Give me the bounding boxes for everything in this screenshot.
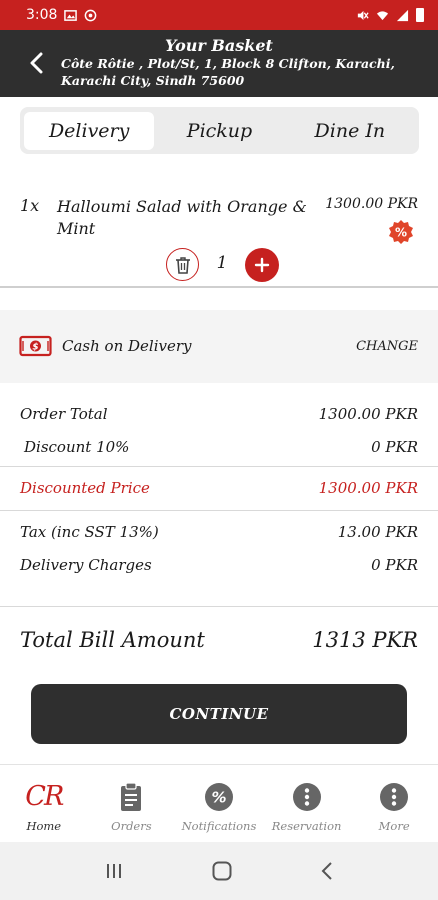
tax-label: Tax (inc SST 13%): [20, 523, 159, 541]
signal-icon: [396, 9, 409, 21]
status-time: 3:08: [26, 7, 58, 23]
tab-delivery[interactable]: Delivery: [24, 111, 155, 150]
increase-quantity-button[interactable]: [245, 248, 279, 282]
nav-label-more: More: [378, 819, 410, 833]
plus-icon: [254, 257, 270, 273]
discount-row: Discount 10% 0 PKR: [24, 438, 418, 456]
nav-item-more[interactable]: More: [350, 765, 438, 842]
home-icon[interactable]: [211, 860, 233, 882]
battery-icon: [416, 8, 424, 22]
tab-pickup[interactable]: Pickup: [154, 112, 284, 150]
quantity-value: 1: [216, 253, 228, 273]
payment-method-label: Cash on Delivery: [62, 337, 192, 355]
order-total-row: Order Total 1300.00 PKR: [20, 405, 418, 423]
bottom-nav: CR Home Orders % Notifications Reservati…: [0, 764, 438, 842]
chevron-left-icon: [30, 52, 43, 74]
total-bill-row: Total Bill Amount 1313 PKR: [20, 628, 418, 652]
item-quantity-label: 1x: [20, 196, 40, 215]
nav-label-notifications: Notifications: [181, 819, 257, 833]
total-bill-value: 1313 PKR: [312, 628, 418, 652]
tax-value: 13.00 PKR: [337, 523, 418, 541]
tab-dine-in[interactable]: Dine In: [285, 112, 415, 150]
gallery-icon: [64, 9, 78, 21]
mute-icon: [357, 10, 369, 20]
delivery-address: Côte Rôtie , Plot/St, 1, Block 8 Clifton…: [61, 56, 395, 88]
cr-logo-icon: CR: [25, 781, 64, 813]
more-icon: [380, 783, 409, 811]
change-payment-button[interactable]: CHANGE: [356, 339, 418, 354]
info-icon: [292, 783, 321, 811]
svg-text:$: $: [32, 343, 38, 353]
total-bill-label: Total Bill Amount: [20, 628, 205, 652]
divider: [0, 510, 438, 511]
discount-badge-icon: %: [389, 220, 413, 244]
back-icon[interactable]: [320, 861, 334, 881]
remove-item-button[interactable]: [166, 248, 199, 281]
continue-button[interactable]: CONTINUE: [31, 684, 407, 744]
nav-item-reservation[interactable]: Reservation: [263, 765, 351, 842]
discounted-price-value: 1300.00 PKR: [318, 479, 418, 497]
page-title: Your Basket: [165, 36, 273, 55]
nav-label-orders: Orders: [111, 819, 152, 833]
clipboard-icon: [121, 782, 142, 811]
recent-apps-icon[interactable]: [104, 861, 124, 881]
status-bar: 3:08: [0, 0, 438, 30]
divider: [0, 466, 438, 467]
item-price: 1300.00 PKR: [325, 196, 418, 212]
percent-icon: %: [204, 783, 233, 811]
svg-text:%: %: [211, 789, 226, 807]
discounted-price-label: Discounted Price: [20, 479, 150, 497]
delivery-charges-label: Delivery Charges: [20, 556, 152, 574]
discount-label: Discount 10%: [24, 438, 130, 456]
app-notification-icon: [85, 9, 97, 21]
nav-item-notifications[interactable]: % Notifications: [175, 765, 263, 842]
cash-icon: $: [19, 335, 52, 357]
delivery-charges-row: Delivery Charges 0 PKR: [20, 556, 418, 574]
order-total-label: Order Total: [20, 405, 108, 423]
nav-label-reservation: Reservation: [271, 819, 342, 833]
nav-label-home: Home: [26, 819, 62, 833]
order-mode-tabs: Delivery Pickup Dine In: [20, 107, 419, 154]
system-nav-bar: [0, 842, 438, 900]
wifi-icon: [376, 10, 389, 20]
item-name: Halloumi Salad with Orange & Mint: [57, 197, 307, 238]
payment-method-section: $ Cash on Delivery CHANGE: [0, 310, 438, 383]
discounted-price-row: Discounted Price 1300.00 PKR: [20, 479, 418, 497]
app-header: Your Basket Côte Rôtie , Plot/St, 1, Blo…: [0, 30, 438, 97]
logo-text: CR: [25, 781, 64, 812]
order-total-value: 1300.00 PKR: [318, 405, 418, 423]
discount-value: 0 PKR: [371, 438, 418, 456]
svg-text:%: %: [395, 226, 407, 240]
tax-row: Tax (inc SST 13%) 13.00 PKR: [20, 523, 418, 541]
divider: [0, 606, 438, 607]
nav-item-home[interactable]: CR Home: [0, 765, 88, 842]
divider: [0, 286, 438, 288]
trash-icon: [175, 256, 190, 274]
nav-item-orders[interactable]: Orders: [88, 765, 176, 842]
delivery-charges-value: 0 PKR: [371, 556, 418, 574]
